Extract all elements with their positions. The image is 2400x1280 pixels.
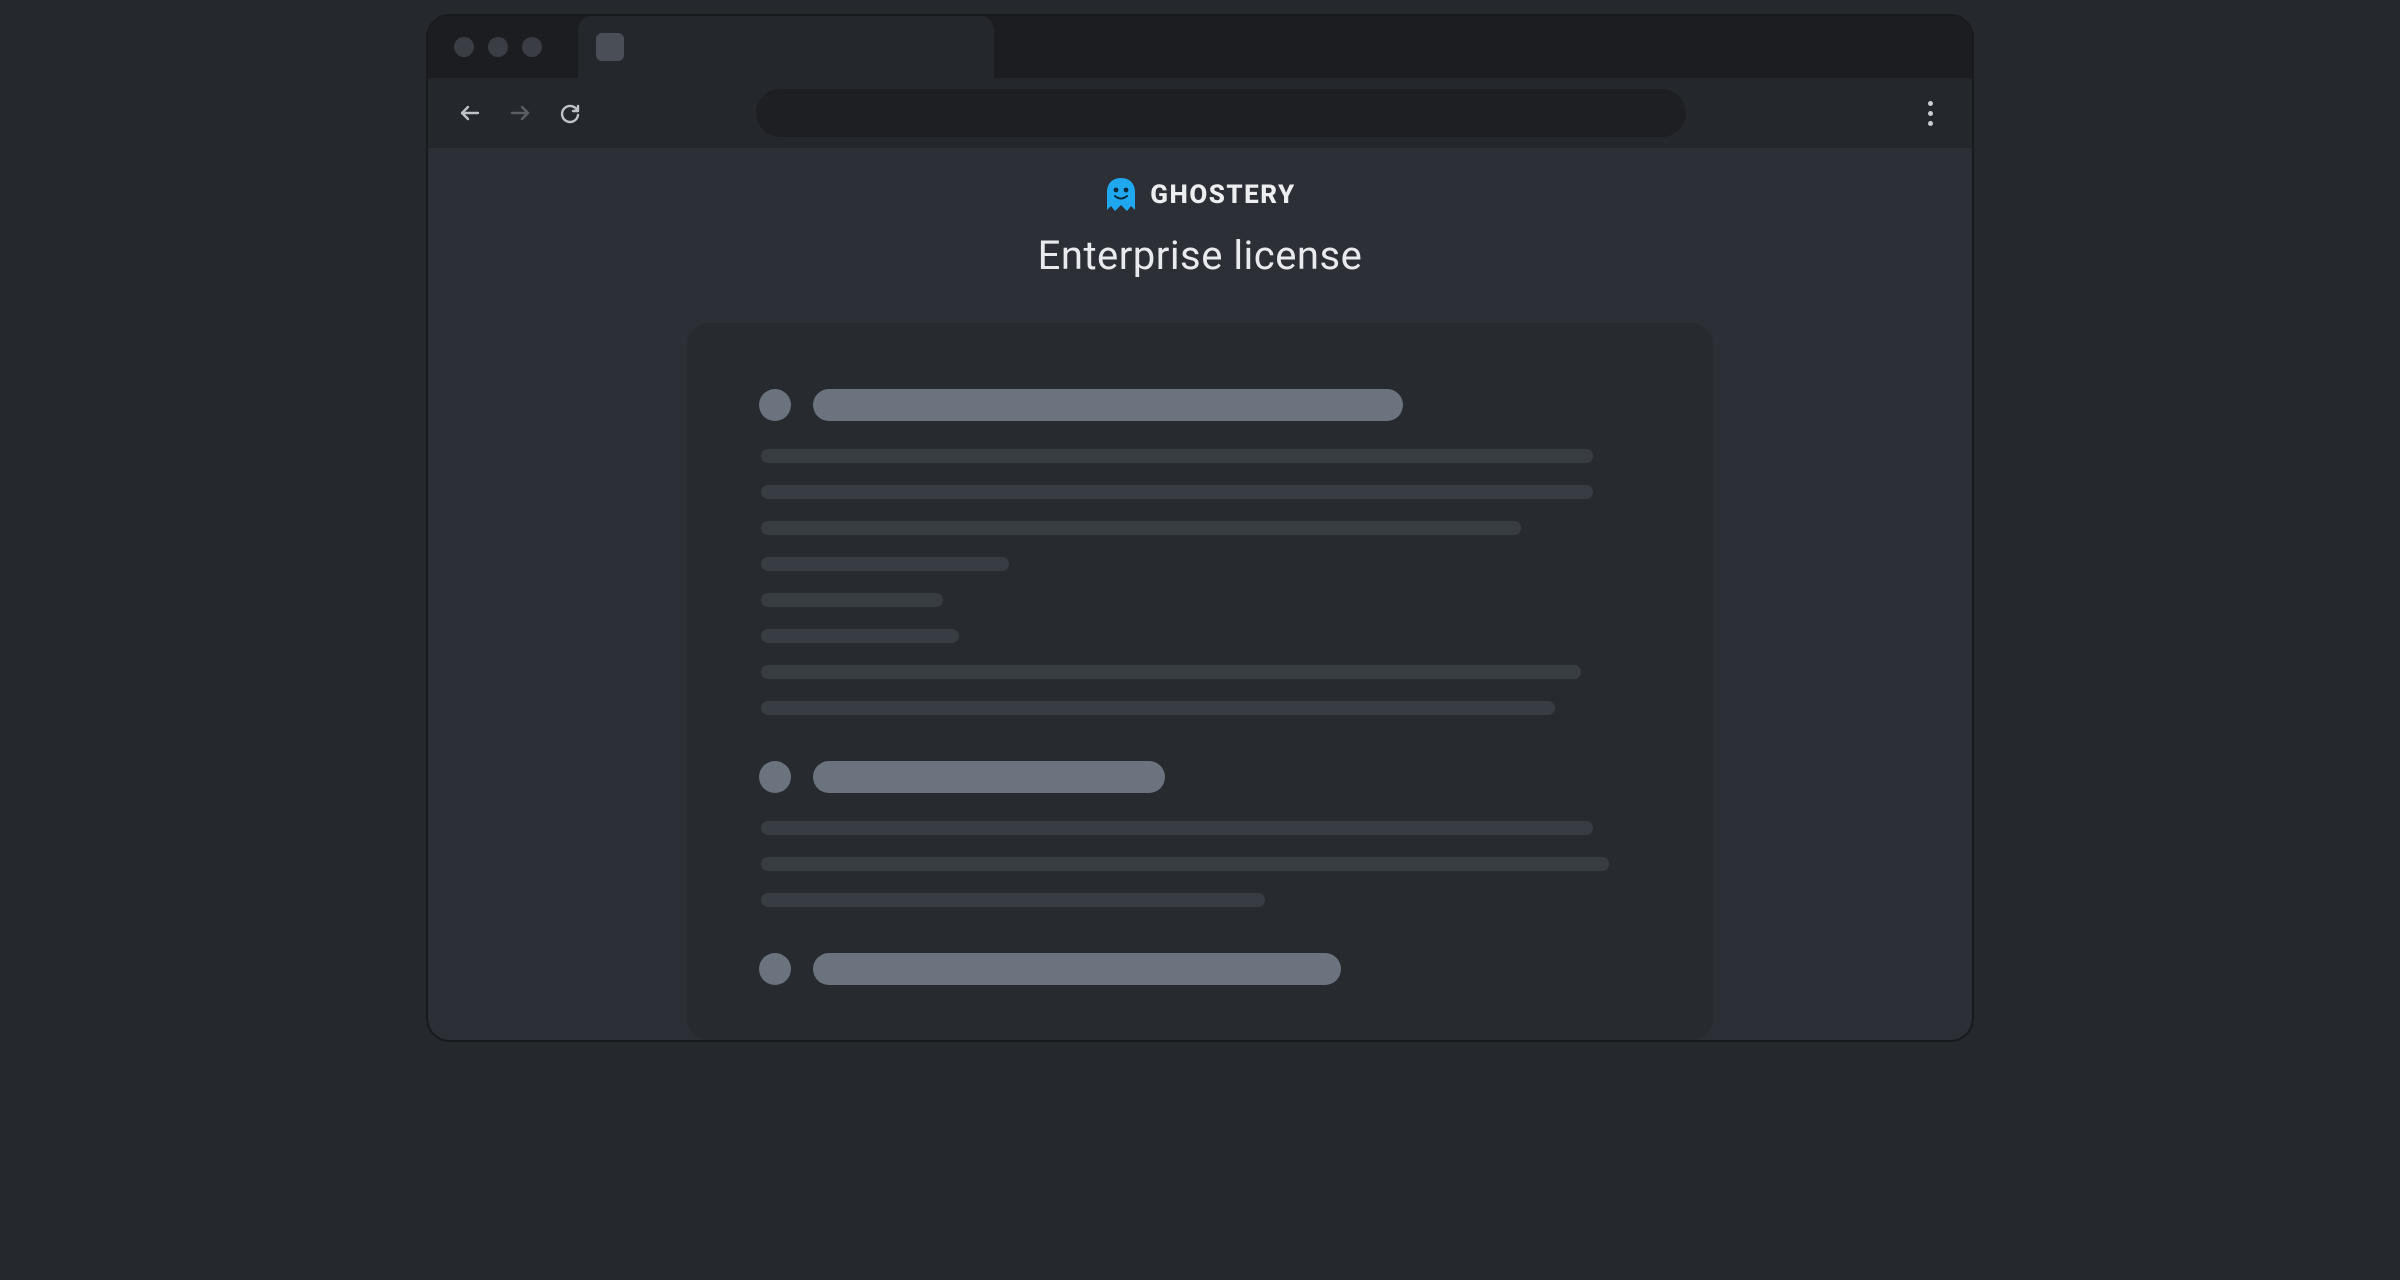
kebab-icon — [1928, 101, 1933, 126]
skeleton-line — [761, 857, 1609, 871]
skeleton-heading-row — [759, 389, 1641, 421]
skeleton-heading — [813, 389, 1403, 421]
brand-header: GHOSTERY — [1104, 176, 1295, 214]
skeleton-bullet — [759, 389, 791, 421]
browser-window: GHOSTERY Enterprise license — [426, 14, 1974, 1042]
window-titlebar — [428, 16, 1972, 78]
skeleton-bullet — [759, 953, 791, 985]
skeleton-lines — [759, 449, 1641, 715]
skeleton-line — [761, 521, 1521, 535]
window-minimize-button[interactable] — [488, 37, 508, 57]
window-maximize-button[interactable] — [522, 37, 542, 57]
skeleton-line — [761, 629, 959, 643]
reload-button[interactable] — [556, 99, 584, 127]
tab-favicon-icon — [596, 33, 624, 61]
skeleton-heading-row — [759, 953, 1641, 985]
page-content: GHOSTERY Enterprise license — [428, 148, 1972, 1040]
skeleton-line — [761, 485, 1593, 499]
address-bar[interactable] — [756, 89, 1686, 137]
skeleton-line — [761, 449, 1593, 463]
back-button[interactable] — [456, 99, 484, 127]
brand-name: GHOSTERY — [1150, 180, 1295, 210]
browser-tab[interactable] — [578, 16, 994, 78]
window-close-button[interactable] — [454, 37, 474, 57]
window-controls — [454, 37, 542, 57]
skeleton-line — [761, 665, 1581, 679]
ghostery-logo-icon — [1104, 176, 1138, 214]
arrow-left-icon — [458, 101, 482, 125]
skeleton-heading-row — [759, 761, 1641, 793]
skeleton-section — [759, 389, 1641, 715]
skeleton-line — [761, 701, 1555, 715]
page-title: Enterprise license — [1038, 232, 1363, 279]
skeleton-line — [761, 893, 1265, 907]
skeleton-line — [761, 557, 1009, 571]
browser-menu-button[interactable] — [1916, 99, 1944, 127]
skeleton-bullet — [759, 761, 791, 793]
arrow-right-icon — [508, 101, 532, 125]
skeleton-heading — [813, 953, 1341, 985]
skeleton-line — [761, 593, 943, 607]
content-card — [687, 323, 1713, 1040]
reload-icon — [558, 101, 582, 125]
skeleton-heading — [813, 761, 1165, 793]
skeleton-section — [759, 761, 1641, 907]
skeleton-line — [761, 821, 1593, 835]
skeleton-lines — [759, 821, 1641, 907]
browser-toolbar — [428, 78, 1972, 148]
forward-button[interactable] — [506, 99, 534, 127]
skeleton-section — [759, 953, 1641, 985]
